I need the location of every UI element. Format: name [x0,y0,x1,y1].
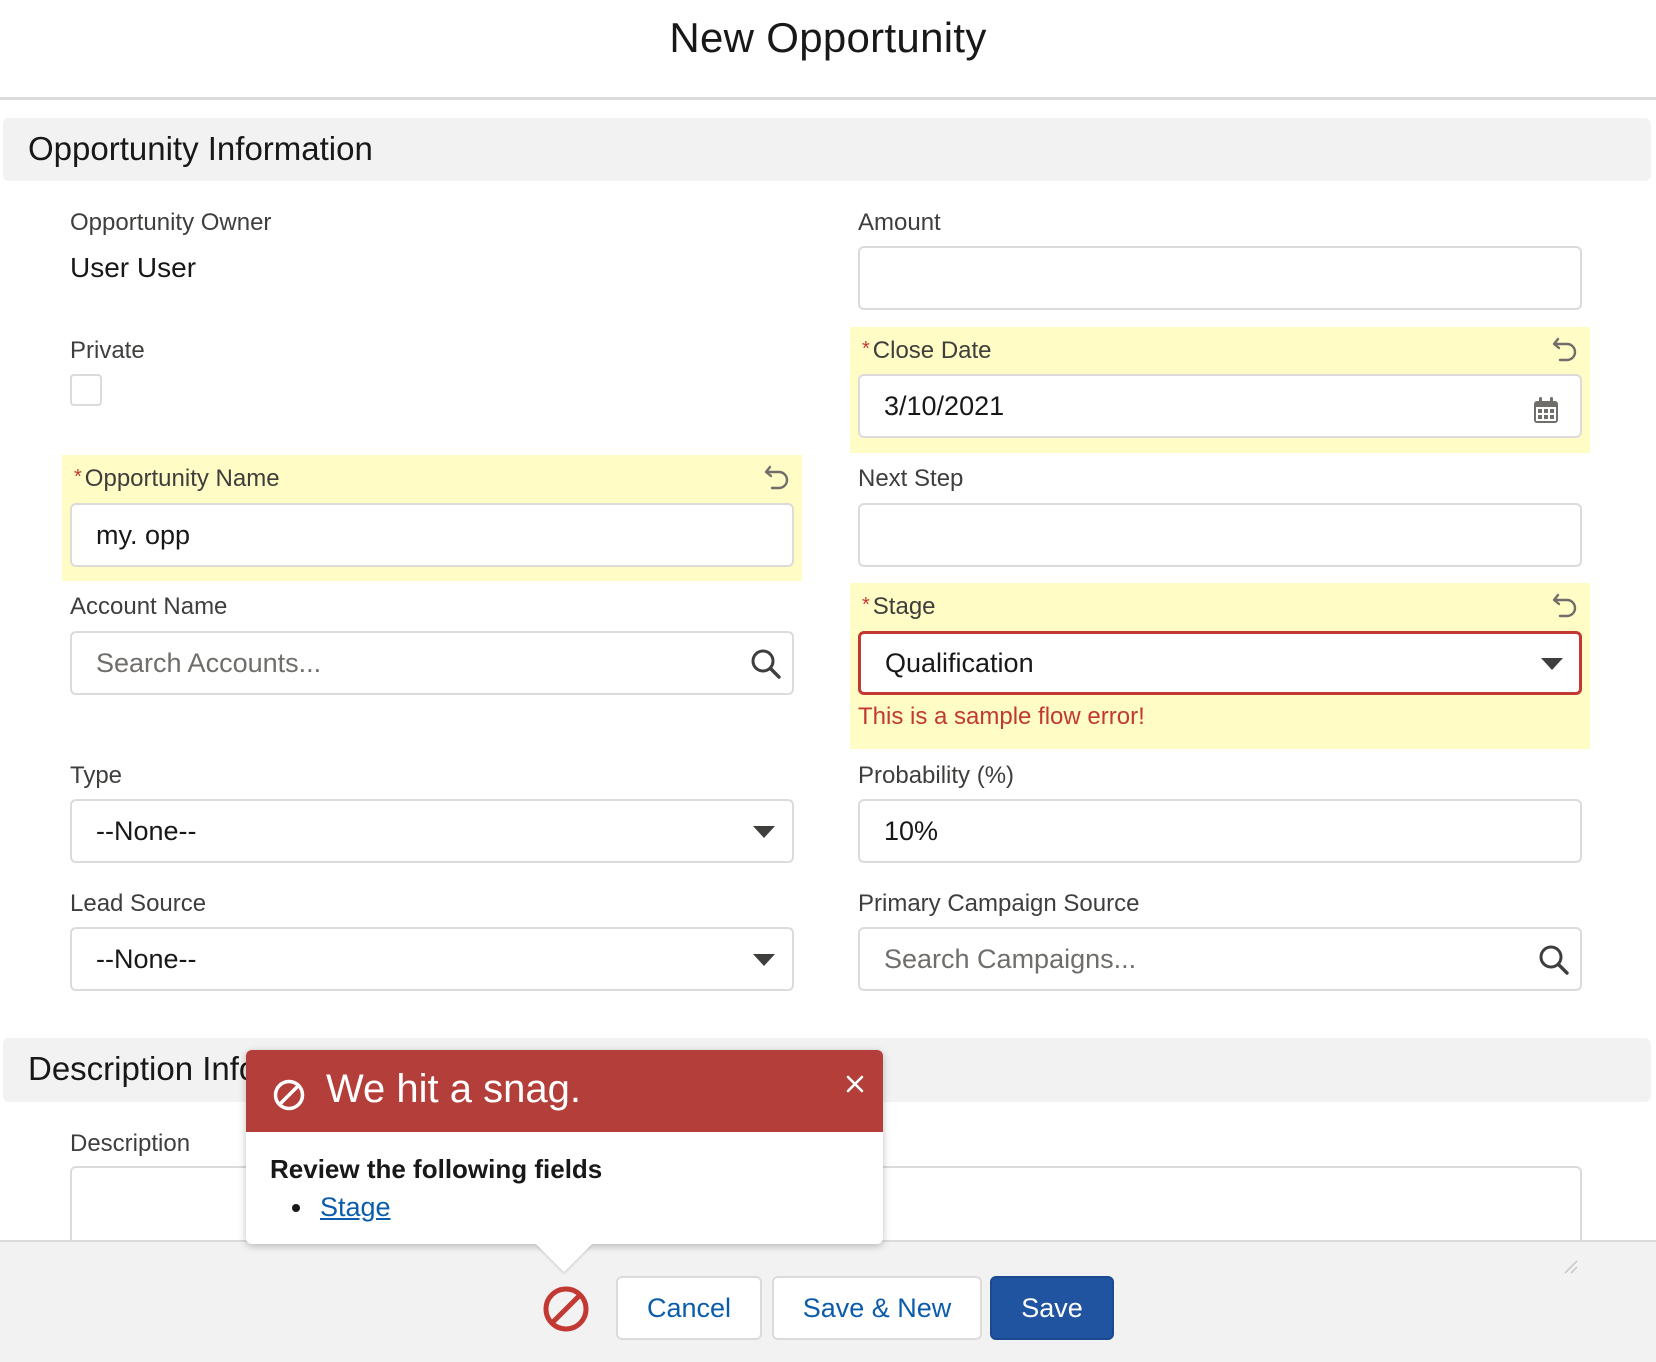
amount-label: Amount [858,209,941,236]
next-step-label: Next Step [858,465,964,492]
stage-error-link[interactable]: Stage [320,1192,391,1223]
probability-label: Probability (%) [858,762,1015,789]
opportunity-name-input[interactable]: my. opp [70,503,794,567]
close-date-input[interactable]: 3/10/2021 [858,374,1582,438]
error-icon[interactable] [542,1285,590,1333]
opportunity-name-label-text: Opportunity Name [84,465,280,492]
stage-label-text: Stage [872,593,936,620]
private-checkbox[interactable] [70,374,102,406]
save-button[interactable]: Save [990,1276,1114,1340]
search-icon [1539,945,1569,975]
list-item: Stage [292,1192,391,1223]
account-name-label: Account Name [70,593,228,620]
search-icon [751,649,781,679]
modal-title: New Opportunity [669,14,987,61]
section-header-opportunity-information[interactable]: Opportunity Information [3,118,1651,181]
chevron-down-icon [1541,658,1563,670]
undo-icon[interactable] [1552,591,1580,619]
modal-header: New Opportunity [0,0,1656,100]
popover-header: We hit a snag. [246,1050,883,1132]
save-and-new-button[interactable]: Save & New [772,1276,982,1340]
type-label: Type [70,762,123,789]
required-marker: * [862,338,870,360]
popover-body-title: Review the following fields [270,1154,603,1184]
lead-source-select[interactable]: --None-- [70,927,794,991]
error-popover: We hit a snag. Review the following fiel… [246,1050,883,1272]
close-date-label-text: Close Date [872,337,992,364]
probability-input[interactable]: 10% [858,799,1582,863]
lead-source-label: Lead Source [70,890,207,917]
primary-campaign-source-label: Primary Campaign Source [858,890,1140,917]
stage-error-message: This is a sample flow error! [858,703,1145,730]
undo-icon[interactable] [764,463,792,491]
account-search-input[interactable]: Search Accounts... [70,631,794,695]
type-select[interactable]: --None-- [70,799,794,863]
stage-label: * Stage [862,593,936,621]
amount-input[interactable] [858,246,1582,310]
ban-icon [273,1079,305,1111]
stage-select[interactable]: Qualification [858,631,1582,695]
resize-grip-icon[interactable] [1562,1258,1578,1274]
opportunity-owner-label: Opportunity Owner [70,209,272,236]
opportunity-owner-value: User User [70,252,197,283]
chevron-down-icon [753,954,775,966]
cancel-button[interactable]: Cancel [616,1276,762,1340]
modal-footer: Cancel Save & New Save [0,1240,1656,1362]
section-title: Opportunity Information [28,130,373,167]
private-label: Private [70,337,145,364]
next-step-input[interactable] [858,503,1582,567]
undo-icon[interactable] [1552,335,1580,363]
popover-title: We hit a snag. [326,1067,581,1111]
bullet [292,1203,300,1212]
description-label: Description [70,1130,191,1157]
chevron-down-icon [753,826,775,838]
popover-nubbin [536,1244,592,1272]
close-icon[interactable] [839,1068,871,1100]
opportunity-name-label: * Opportunity Name [74,465,280,493]
required-marker: * [74,466,82,488]
calendar-icon[interactable] [1533,396,1559,424]
required-marker: * [862,594,870,616]
close-date-label: * Close Date [862,337,992,365]
campaign-search-input[interactable]: Search Campaigns... [858,927,1582,991]
